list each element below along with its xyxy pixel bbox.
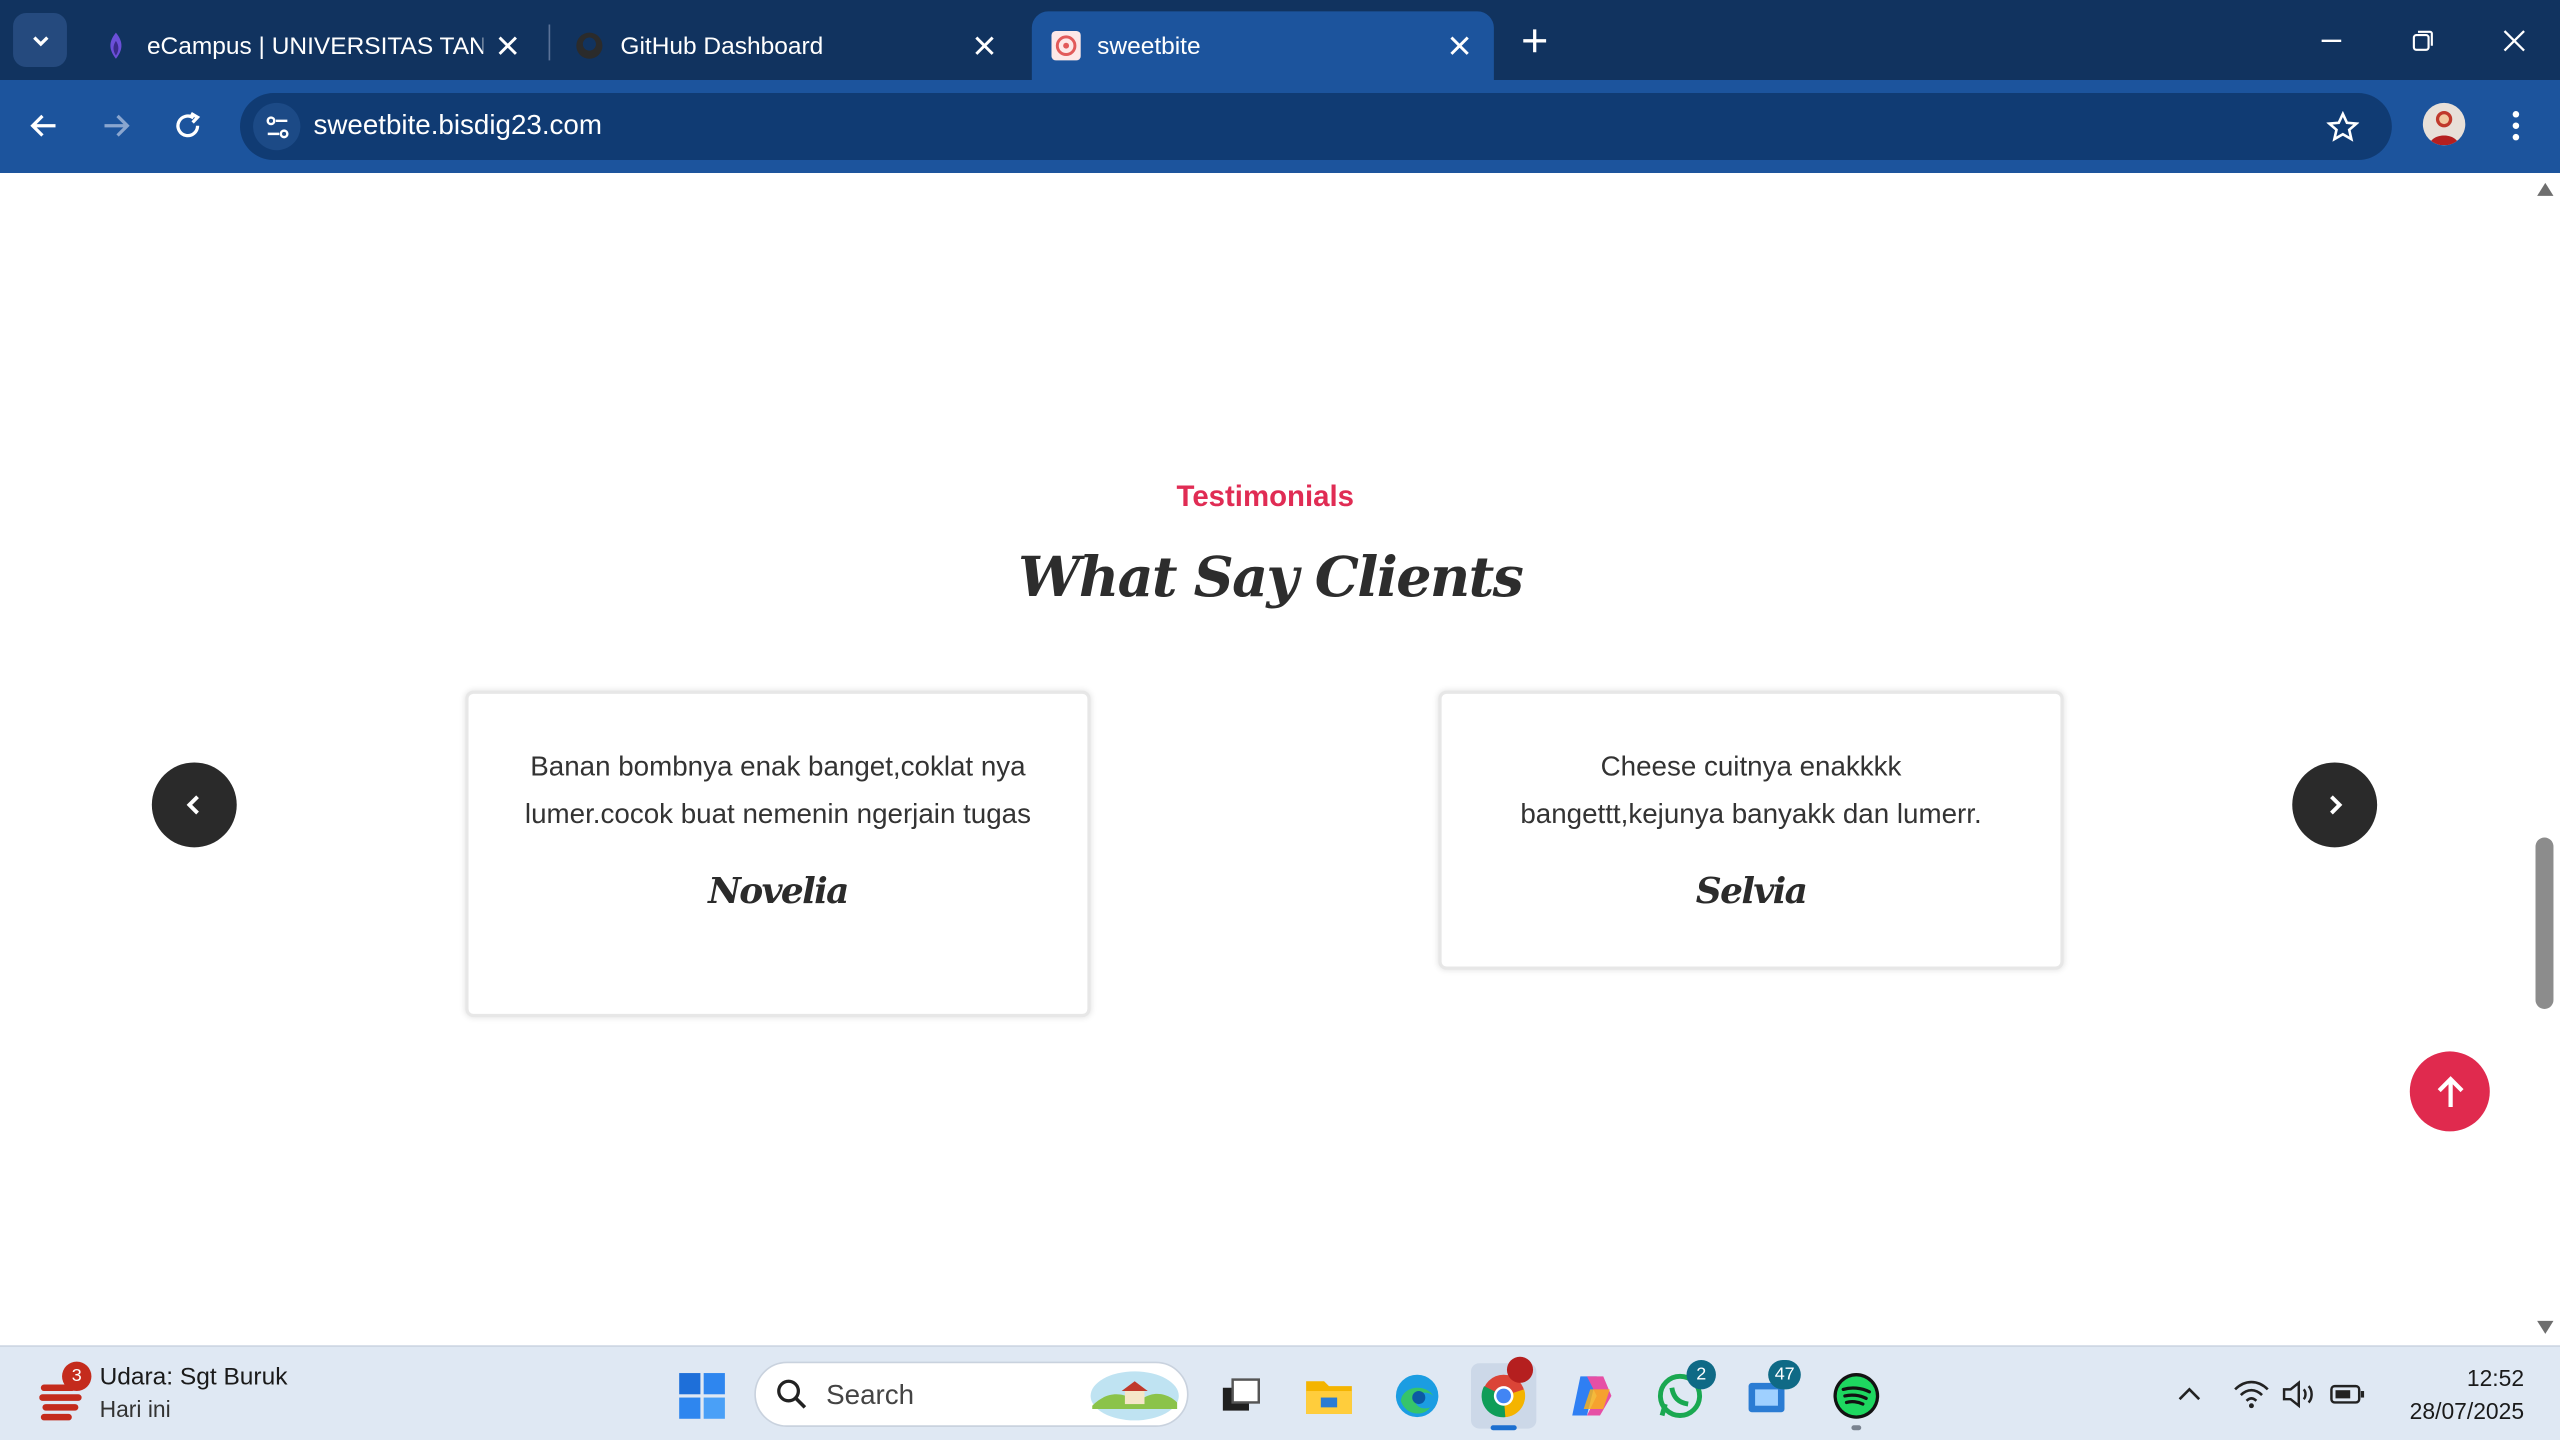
running-app-indicator	[1851, 1425, 1862, 1431]
forward-button[interactable]	[90, 100, 142, 152]
chevron-right-icon	[2330, 795, 2343, 815]
clock-time: 12:52	[2466, 1364, 2525, 1392]
arrow-right-icon	[104, 114, 130, 137]
bookmark-star-icon[interactable]	[2323, 108, 2362, 147]
plus-icon	[1523, 29, 1547, 53]
todo-app-icon[interactable]: 47	[1736, 1360, 1802, 1428]
edge-browser-icon[interactable]	[1384, 1363, 1449, 1428]
more-menu-icon[interactable]	[2495, 101, 2537, 150]
tab-ecampus[interactable]: eCampus | UNIVERSITAS TANGE	[82, 11, 542, 80]
section-title: What Say Clients	[1018, 545, 1524, 611]
github-icon	[575, 31, 604, 60]
site-info-icon[interactable]	[253, 102, 301, 151]
restore-button[interactable]	[2377, 0, 2468, 80]
clock-date: 28/07/2025	[2409, 1397, 2525, 1424]
show-hidden-icons-chevron-icon[interactable]	[2171, 1376, 2207, 1412]
copilot-icon[interactable]	[1559, 1363, 1624, 1428]
volume-icon[interactable]	[2281, 1376, 2317, 1412]
search-highlight-illustration	[1090, 1371, 1179, 1421]
sweetbite-icon	[1051, 31, 1081, 61]
scroll-up-arrow-icon[interactable]	[2536, 181, 2556, 197]
restore-icon	[2412, 29, 2433, 51]
page-content: Testimonials What Say Clients Banan bomb…	[0, 173, 2531, 1346]
carousel-next-button[interactable]	[2292, 762, 2378, 848]
testimonial-text: Banan bombnya enak banget,coklat nya lum…	[524, 751, 1031, 830]
close-tab-icon[interactable]	[1442, 28, 1478, 64]
reload-icon	[176, 112, 201, 138]
testimonial-author: Novelia	[708, 870, 849, 913]
tab-search-button[interactable]	[13, 13, 67, 67]
tab-title: sweetbite	[1097, 31, 1201, 60]
ecampus-icon	[101, 31, 130, 60]
weather-widget[interactable]: 3 Udara: Sgt Buruk Hari ini	[36, 1361, 363, 1431]
testimonial-author: Selvia	[1695, 870, 1808, 913]
windows-logo-icon	[679, 1373, 725, 1419]
scroll-down-arrow-icon[interactable]	[2536, 1319, 2556, 1335]
chrome-profile-badge	[1506, 1356, 1534, 1383]
new-tab-button[interactable]	[1513, 20, 1555, 62]
weather-line1: Udara: Sgt Buruk	[99, 1363, 288, 1392]
chevron-left-icon	[186, 795, 199, 815]
chevron-down-icon	[32, 35, 48, 46]
tab-sweetbite[interactable]: sweetbite	[1031, 11, 1494, 80]
tab-title: GitHub Dashboard	[620, 31, 824, 60]
minimize-button[interactable]	[2286, 0, 2377, 80]
spotify-icon[interactable]	[1824, 1363, 1889, 1431]
active-app-indicator	[1490, 1425, 1517, 1431]
close-window-button[interactable]	[2469, 0, 2560, 80]
browser-toolbar: sweetbite.bisdig23.com	[0, 80, 2560, 174]
tab-title: eCampus | UNIVERSITAS TANGE	[146, 31, 483, 60]
start-button[interactable]	[669, 1363, 734, 1428]
system-clock[interactable]: 12:52 28/07/2025	[2410, 1362, 2524, 1427]
carousel-prev-button[interactable]	[151, 762, 237, 848]
file-explorer-icon[interactable]	[1296, 1363, 1361, 1428]
reload-button[interactable]	[162, 100, 214, 152]
search-icon	[777, 1379, 807, 1409]
weather-line2: Hari ini	[99, 1395, 171, 1423]
close-tab-icon[interactable]	[490, 28, 526, 64]
whatsapp-icon[interactable]: 2	[1647, 1360, 1716, 1428]
back-button[interactable]	[18, 100, 70, 152]
taskbar-search-box[interactable]: Search	[754, 1361, 1189, 1427]
wifi-icon[interactable]	[2233, 1376, 2269, 1412]
arrow-left-icon	[30, 114, 56, 137]
battery-icon[interactable]	[2330, 1376, 2366, 1412]
task-view-icon[interactable]	[1208, 1363, 1273, 1428]
search-placeholder: Search	[826, 1379, 915, 1411]
arrow-up-icon	[2436, 1075, 2463, 1107]
windows-taskbar: 3 Udara: Sgt Buruk Hari ini Search 2 47 …	[0, 1345, 2560, 1440]
section-subtitle: Testimonials	[1176, 479, 1355, 513]
tab-separator	[548, 24, 551, 61]
testimonial-card: Banan bombnya enak banget,coklat nya lum…	[465, 690, 1091, 1018]
close-tab-icon[interactable]	[967, 28, 1003, 64]
weather-badge: 3	[62, 1361, 92, 1392]
testimonial-text: Cheese cuitnya enakkkk bangettt,kejunya …	[1520, 751, 1982, 830]
testimonial-card: Cheese cuitnya enakkkk bangettt,kejunya …	[1438, 690, 2064, 970]
scrollbar-thumb[interactable]	[2535, 837, 2554, 1009]
chrome-browser-icon[interactable]	[1471, 1356, 1537, 1431]
todo-badge: 47	[1768, 1360, 1802, 1390]
address-bar[interactable]: sweetbite.bisdig23.com	[239, 93, 2392, 160]
scroll-to-top-button[interactable]	[2409, 1051, 2490, 1132]
minimize-icon	[2321, 38, 2342, 42]
tab-strip: eCampus | UNIVERSITAS TANGE GitHub Dashb…	[0, 0, 2560, 80]
profile-avatar[interactable]	[2422, 102, 2466, 146]
page-scrollbar[interactable]	[2530, 173, 2560, 1346]
whatsapp-badge: 2	[1686, 1360, 1716, 1390]
tab-github[interactable]: GitHub Dashboard	[555, 11, 1019, 80]
url-text[interactable]: sweetbite.bisdig23.com	[313, 109, 602, 142]
close-icon	[2503, 29, 2525, 51]
